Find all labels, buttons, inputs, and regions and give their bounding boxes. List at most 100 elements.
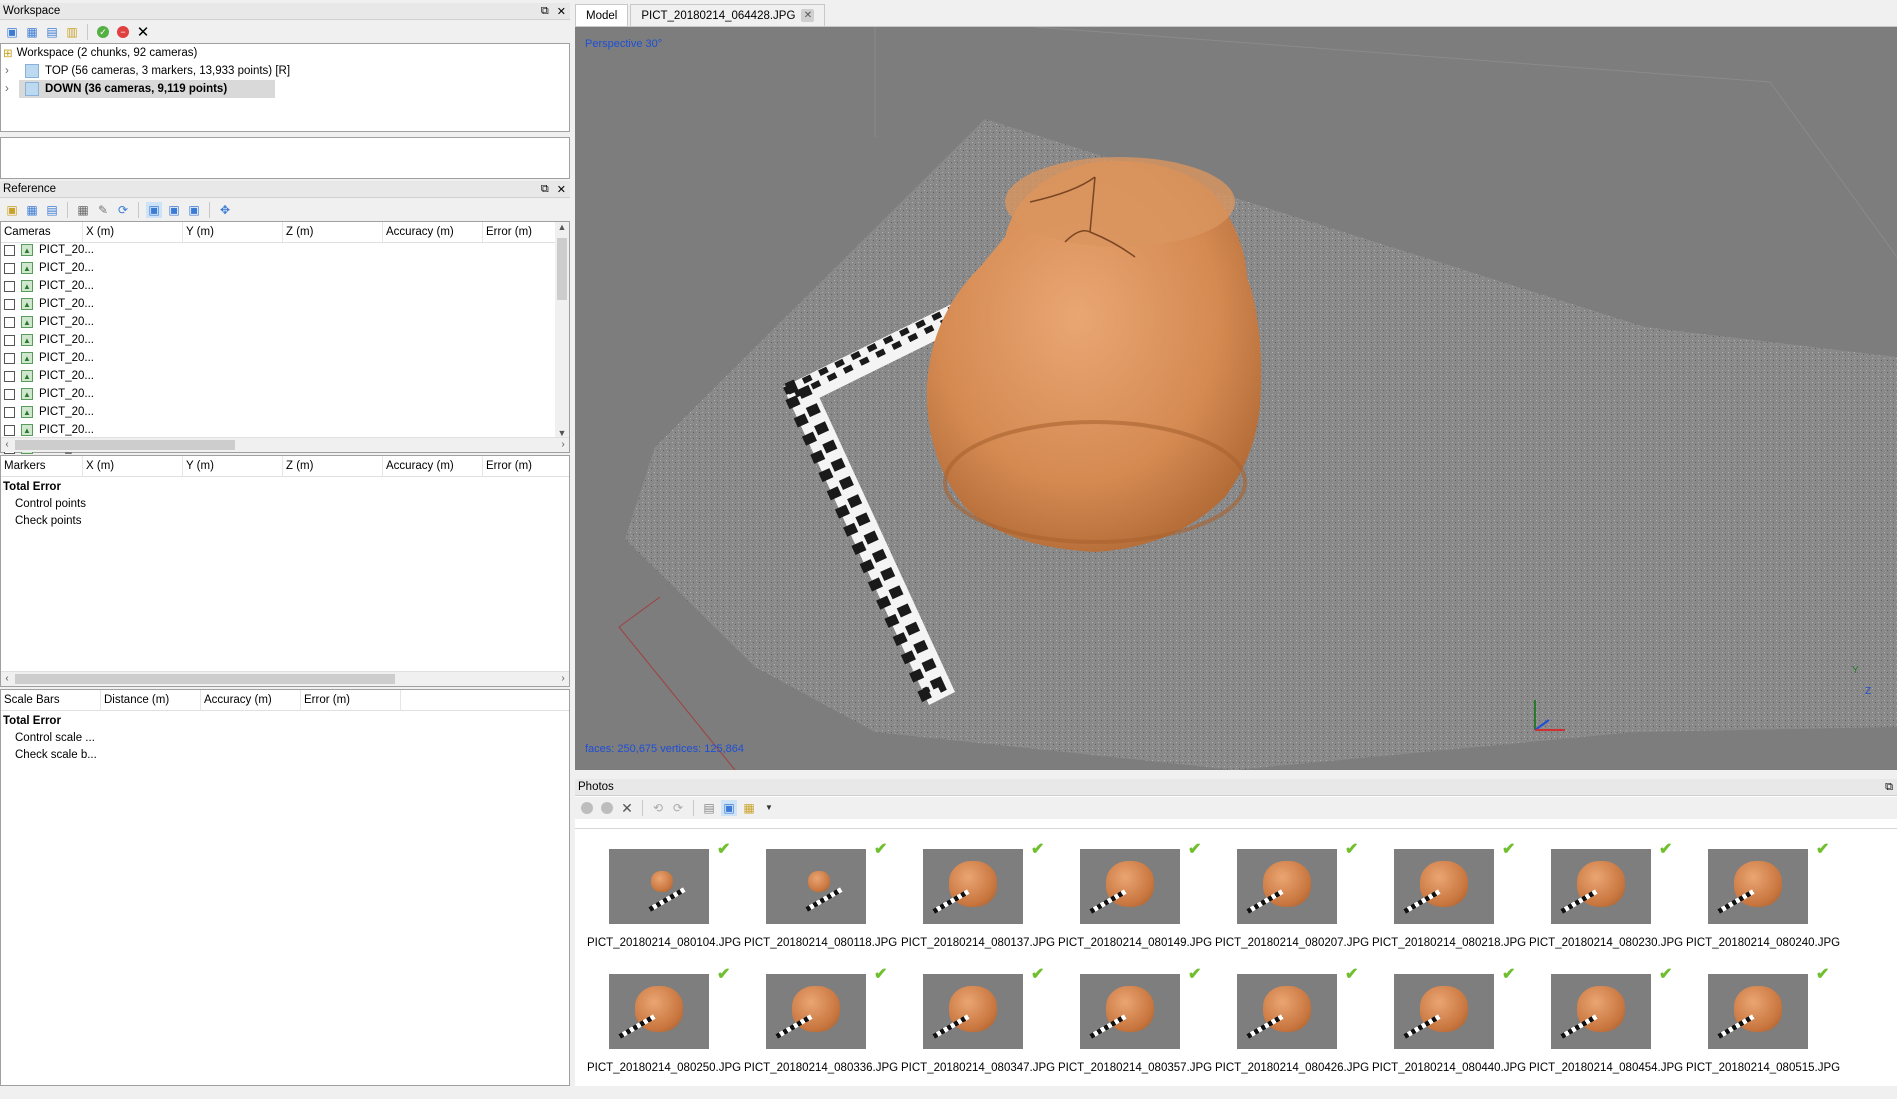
add-chunk-icon[interactable]: ▣ (4, 24, 20, 40)
photo-thumbnail[interactable]: ✔ PICT_20180214_080515.JPG (1686, 966, 1843, 1099)
photo-thumbnail[interactable]: ✔ PICT_20180214_080454.JPG (1529, 966, 1686, 1099)
vertical-scrollbar[interactable]: ▲ ▼ (555, 222, 569, 438)
optimize-icon[interactable]: ✎ (95, 202, 111, 218)
chevron-right-icon[interactable]: › (5, 83, 19, 95)
photo-thumbnail[interactable]: ✔ PICT_20180214_080240.JPG (1686, 841, 1843, 974)
filter-icon[interactable]: ▤ (701, 800, 717, 816)
scalebar-row[interactable]: Total Error (3, 712, 97, 729)
grid-view-icon[interactable]: ▦ (741, 800, 757, 816)
remove-icon[interactable]: ✕ (135, 24, 151, 40)
camera-checkbox[interactable] (4, 334, 15, 346)
rotate-right-icon[interactable]: ⟳ (670, 800, 686, 816)
column-header[interactable]: Cameras (1, 222, 83, 242)
column-header[interactable]: Distance (m) (101, 690, 201, 710)
model-viewport[interactable]: Perspective 30° faces: 250,675 vertices:… (575, 27, 1897, 770)
settings-icon[interactable]: ✥ (217, 202, 233, 218)
export-reference-icon[interactable]: ▦ (24, 202, 40, 218)
float-panel-icon[interactable]: ⧉ (541, 183, 549, 196)
scalebar-row[interactable]: Control scale ... (3, 729, 97, 746)
camera-checkbox[interactable] (4, 280, 15, 292)
camera-row[interactable]: ▲ PICT_20... (1, 349, 94, 367)
camera-checkbox[interactable] (4, 298, 15, 310)
camera-checkbox[interactable] (4, 370, 15, 382)
column-header[interactable]: Accuracy (m) (383, 222, 483, 242)
photo-thumbnail[interactable]: ✔ PICT_20180214_080149.JPG (1058, 841, 1215, 974)
float-panel-icon[interactable]: ⧉ (1885, 781, 1893, 794)
view-estimated-icon[interactable]: ▣ (166, 202, 182, 218)
column-header[interactable]: Error (m) (483, 222, 555, 242)
tree-chunk-top[interactable]: › TOP (56 cameras, 3 markers, 13,933 poi… (1, 62, 569, 80)
column-header[interactable]: X (m) (83, 456, 183, 476)
close-panel-icon[interactable]: ✕ (557, 183, 566, 196)
camera-checkbox[interactable] (4, 244, 15, 256)
float-panel-icon[interactable]: ⧉ (541, 5, 549, 18)
convert-icon[interactable]: ▦ (75, 202, 91, 218)
camera-checkbox[interactable] (4, 262, 15, 274)
camera-row[interactable]: ▲ PICT_20... (1, 403, 94, 421)
merge-chunks-icon[interactable]: ▥ (64, 24, 80, 40)
camera-row[interactable]: ▲ PICT_20... (1, 277, 94, 295)
close-tab-icon[interactable]: ✕ (801, 9, 815, 22)
column-header[interactable]: Error (m) (483, 456, 569, 476)
close-panel-icon[interactable]: ✕ (557, 5, 566, 18)
photo-thumbnail[interactable]: ✔ PICT_20180214_080137.JPG (901, 841, 1058, 974)
tree-root[interactable]: ⊞ Workspace (2 chunks, 92 cameras) (1, 44, 569, 62)
column-header[interactable]: Error (m) (301, 690, 401, 710)
camera-row[interactable]: ▲ PICT_20... (1, 385, 94, 403)
photo-thumbnail[interactable]: ✔ PICT_20180214_080250.JPG (587, 966, 744, 1099)
camera-row[interactable]: ▲ PICT_20... (1, 331, 94, 349)
column-header[interactable]: Y (m) (183, 456, 283, 476)
camera-checkbox[interactable] (4, 406, 15, 418)
photo-thumbnail[interactable]: ✔ PICT_20180214_080426.JPG (1215, 966, 1372, 1099)
add-photos-icon[interactable]: ▦ (24, 24, 40, 40)
photo-thumbnail[interactable]: ✔ PICT_20180214_080230.JPG (1529, 841, 1686, 974)
photo-thumbnail[interactable]: ✔ PICT_20180214_080357.JPG (1058, 966, 1215, 1099)
tab-model[interactable]: Model (575, 4, 629, 26)
camera-row[interactable]: ▲ PICT_20... (1, 241, 94, 259)
marker-row[interactable]: Control points (3, 495, 86, 512)
enable-icon[interactable] (579, 800, 595, 816)
camera-checkbox[interactable] (4, 424, 15, 436)
photo-thumbnail[interactable]: ✔ PICT_20180214_080118.JPG (744, 841, 901, 974)
horizontal-scrollbar[interactable]: ‹ › (1, 437, 569, 452)
photo-thumbnail[interactable]: ✔ PICT_20180214_080207.JPG (1215, 841, 1372, 974)
column-header[interactable]: Accuracy (m) (383, 456, 483, 476)
column-header[interactable]: Accuracy (m) (201, 690, 301, 710)
camera-checkbox[interactable] (4, 388, 15, 400)
camera-row[interactable]: ▲ PICT_20... (1, 367, 94, 385)
marker-row[interactable]: Total Error (3, 478, 86, 495)
photo-thumbnail[interactable]: ✔ PICT_20180214_080218.JPG (1372, 841, 1529, 974)
marker-row[interactable]: Check points (3, 512, 86, 529)
chevron-down-icon[interactable]: ▼ (761, 800, 777, 816)
column-header[interactable]: X (m) (83, 222, 183, 242)
column-header[interactable]: Z (m) (283, 222, 383, 242)
column-header[interactable]: Markers (1, 456, 83, 476)
tab-photo[interactable]: PICT_20180214_064428.JPG ✕ (630, 4, 826, 26)
add-folder-icon[interactable]: ▤ (44, 24, 60, 40)
camera-checkbox[interactable] (4, 316, 15, 328)
scalebar-row[interactable]: Check scale b... (3, 746, 97, 763)
disable-icon[interactable] (599, 800, 615, 816)
clear-reference-icon[interactable]: ▤ (44, 202, 60, 218)
photo-thumbnail[interactable]: ✔ PICT_20180214_080104.JPG (587, 841, 744, 974)
import-reference-icon[interactable]: ▣ (4, 202, 20, 218)
photo-thumbnail[interactable]: ✔ PICT_20180214_080440.JPG (1372, 966, 1529, 1099)
camera-row[interactable]: ▲ PICT_20... (1, 295, 94, 313)
column-header[interactable]: Scale Bars (1, 690, 101, 710)
enable-icon[interactable]: ✓ (95, 24, 111, 40)
disable-icon[interactable]: − (115, 24, 131, 40)
update-icon[interactable]: ⟳ (115, 202, 131, 218)
remove-icon[interactable]: ✕ (619, 800, 635, 816)
tree-chunk-down[interactable]: › DOWN (36 cameras, 9,119 points) (1, 80, 569, 98)
view-source-icon[interactable]: ▣ (146, 202, 162, 218)
rotate-left-icon[interactable]: ⟲ (650, 800, 666, 816)
horizontal-scrollbar[interactable]: ‹ › (1, 671, 569, 686)
chevron-right-icon[interactable]: › (5, 65, 19, 77)
view-icon[interactable]: ▣ (721, 800, 737, 816)
photo-thumbnail[interactable]: ✔ PICT_20180214_080347.JPG (901, 966, 1058, 1099)
view-errors-icon[interactable]: ▣ (186, 202, 202, 218)
camera-row[interactable]: ▲ PICT_20... (1, 313, 94, 331)
column-header[interactable]: Z (m) (283, 456, 383, 476)
column-header[interactable]: Y (m) (183, 222, 283, 242)
photo-thumbnail[interactable]: ✔ PICT_20180214_080336.JPG (744, 966, 901, 1099)
